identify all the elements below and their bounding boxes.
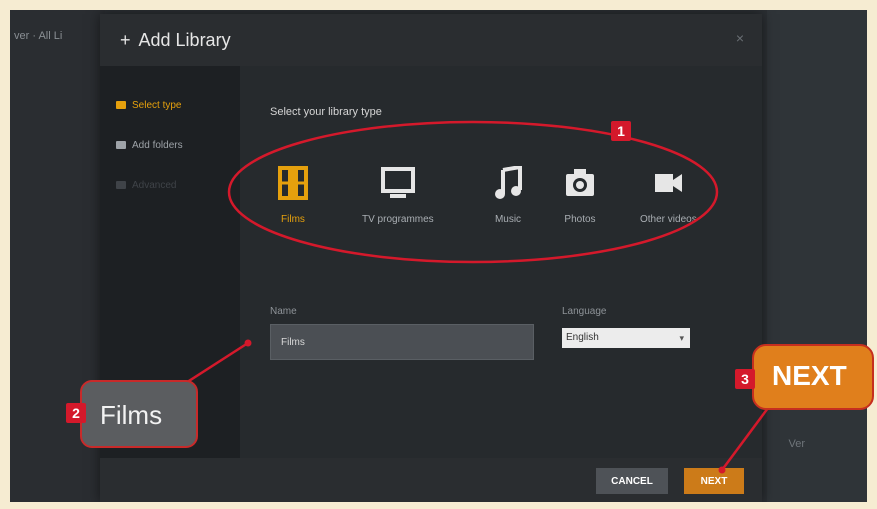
cancel-button[interactable]: CANCEL <box>596 468 668 494</box>
name-input[interactable] <box>270 324 534 360</box>
name-label: Name <box>270 306 297 317</box>
breadcrumb: ver · All Li <box>14 30 63 42</box>
sidebar-item-select-type[interactable]: Select type <box>116 100 181 111</box>
library-type-music[interactable]: Music <box>494 166 522 225</box>
dialog-footer: CANCEL NEXT <box>100 458 762 502</box>
folder-icon <box>116 141 126 150</box>
dialog-title-text: Add Library <box>138 30 231 50</box>
gear-icon <box>116 181 126 190</box>
library-type-tv-programmes[interactable]: TV programmes <box>362 166 434 225</box>
plus-icon: + <box>120 30 131 50</box>
sidebar-item-add-folders[interactable]: Add folders <box>116 140 183 151</box>
film-icon <box>278 166 308 200</box>
type-label: TV programmes <box>362 214 434 225</box>
library-type-prompt: Select your library type <box>270 106 382 118</box>
dialog-header: + Add Library × <box>100 14 762 66</box>
dialog-title: + Add Library <box>120 30 231 51</box>
background-right-panel: Ver <box>767 10 867 502</box>
type-label: Other videos <box>640 214 697 225</box>
language-select[interactable]: English ▾ <box>562 328 690 348</box>
camera-icon <box>566 169 594 196</box>
sidebar-item-label: Advanced <box>132 180 177 191</box>
tv-icon <box>380 167 415 198</box>
music-icon <box>495 166 522 199</box>
video-camera-icon <box>655 174 683 192</box>
next-callout-text: NEXT <box>772 360 847 391</box>
library-type-photos[interactable]: Photos <box>564 166 596 225</box>
annotation-badge-1: 1 <box>611 121 631 141</box>
next-callout: NEXT <box>752 344 874 410</box>
library-type-films[interactable]: Films <box>278 166 308 225</box>
annotation-badge-3: 3 <box>735 369 755 389</box>
sidebar-item-label: Add folders <box>132 140 183 151</box>
library-icon <box>116 101 126 110</box>
sidebar-item-advanced[interactable]: Advanced <box>116 180 176 191</box>
language-value: English <box>566 332 599 343</box>
sidebar-item-label: Select type <box>132 100 182 111</box>
films-callout-text: Films <box>100 400 163 430</box>
type-label: Music <box>494 214 522 225</box>
type-label: Films <box>281 214 305 225</box>
type-label: Photos <box>564 214 596 225</box>
chevron-down-icon: ▾ <box>679 333 684 343</box>
language-label: Language <box>562 306 607 317</box>
next-button[interactable]: NEXT <box>684 468 744 494</box>
dialog-content: Select your library type Films TV progra… <box>240 66 762 458</box>
library-type-other-videos[interactable]: Other videos <box>640 166 697 225</box>
close-icon[interactable]: × <box>736 30 744 46</box>
annotation-badge-2: 2 <box>66 403 86 423</box>
add-library-dialog: + Add Library × Select type Add folders A… <box>100 14 762 502</box>
background-text: Ver <box>788 438 805 450</box>
films-callout: Films <box>80 380 198 448</box>
